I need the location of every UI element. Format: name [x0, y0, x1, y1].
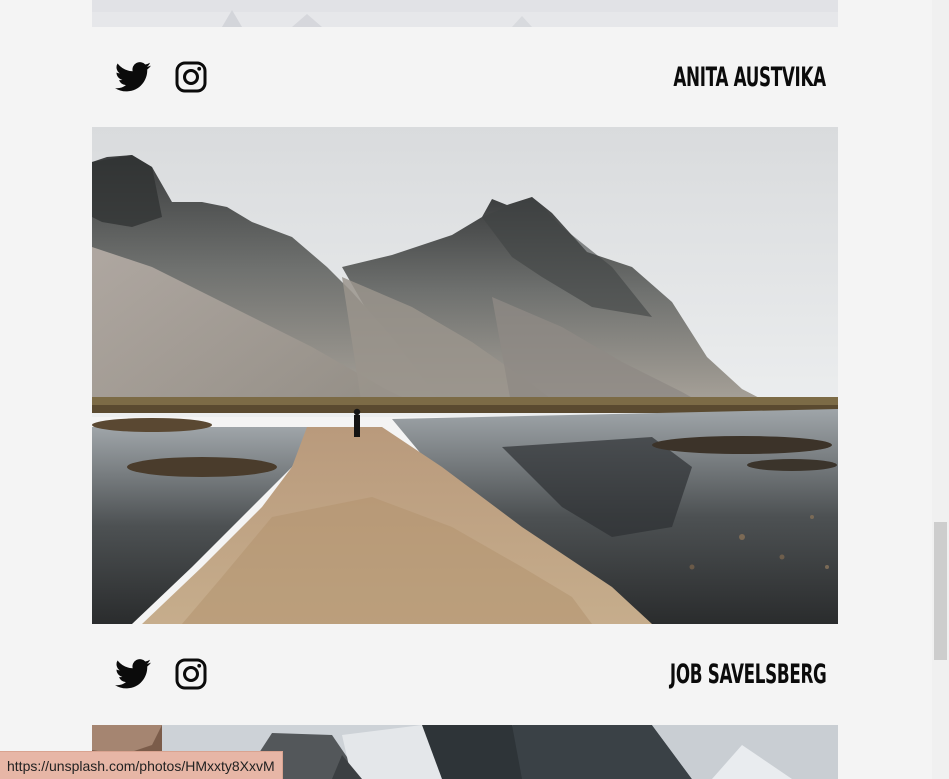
- instagram-icon: [175, 658, 207, 690]
- link-status-bar: https://unsplash.com/photos/HMxxty8XxvM: [0, 751, 283, 779]
- twitter-link[interactable]: [114, 655, 152, 693]
- scrollbar-thumb[interactable]: [934, 522, 947, 660]
- instagram-link[interactable]: [172, 58, 210, 96]
- status-url: https://unsplash.com/photos/HMxxty8XxvM: [7, 757, 275, 774]
- photo-mountain-lake[interactable]: [92, 127, 838, 624]
- twitter-icon: [115, 62, 151, 92]
- snowy-ground-photo: [92, 0, 838, 27]
- social-links: [114, 655, 210, 693]
- photo-credit-bar: Job Savelsberg: [92, 624, 838, 724]
- twitter-link[interactable]: [114, 58, 152, 96]
- author-name[interactable]: Job Savelsberg: [669, 659, 826, 690]
- instagram-link[interactable]: [172, 655, 210, 693]
- author-name[interactable]: Anita Austvika: [674, 62, 827, 93]
- social-links: [114, 58, 210, 96]
- photo-credit-bar: Anita Austvika: [92, 27, 838, 127]
- mountain-lake-path-photo: [92, 127, 838, 624]
- photo-snowy-ground[interactable]: [92, 0, 838, 27]
- twitter-icon: [115, 659, 151, 689]
- instagram-icon: [175, 61, 207, 93]
- vertical-scrollbar[interactable]: [932, 0, 949, 779]
